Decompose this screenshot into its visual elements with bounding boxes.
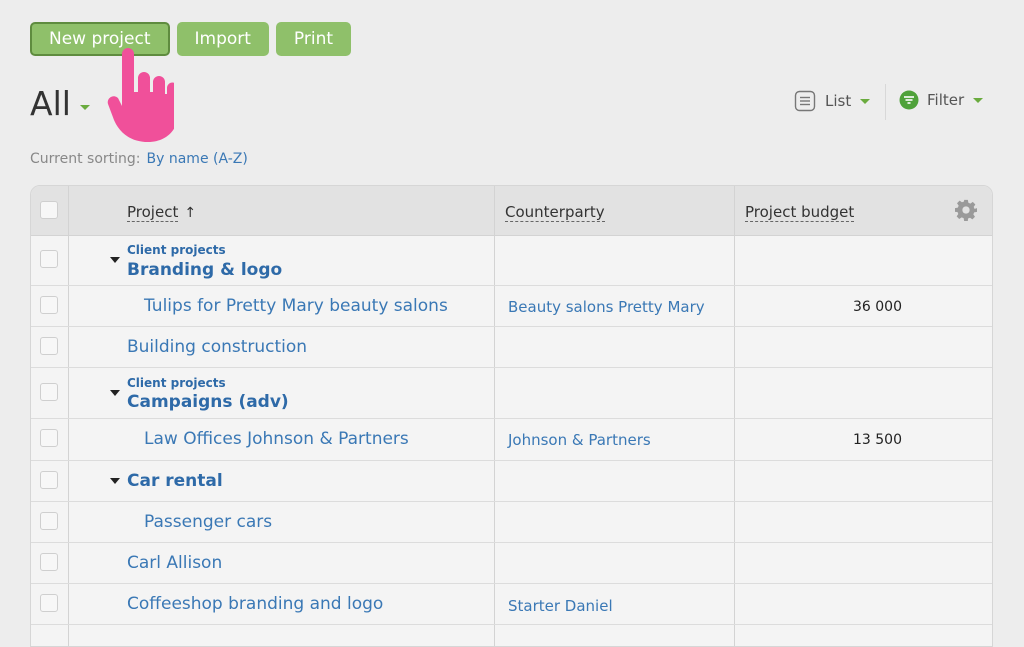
- current-sorting: Current sorting: By name (A-Z): [30, 151, 248, 167]
- project-link[interactable]: Law Offices Johnson & Partners: [144, 429, 409, 449]
- caret-down-icon[interactable]: [110, 257, 120, 263]
- row-divider: [31, 624, 992, 625]
- group-name[interactable]: Car rental: [127, 471, 223, 491]
- row-checkbox[interactable]: [40, 594, 58, 612]
- chevron-down-icon: [79, 105, 90, 110]
- select-all-checkbox[interactable]: [40, 201, 58, 219]
- counterparty-link[interactable]: Starter Daniel: [508, 597, 613, 615]
- project-link[interactable]: Carl Allison: [127, 553, 222, 573]
- table-row[interactable]: Carl Allison: [31, 543, 992, 584]
- counterparty-link[interactable]: Johnson & Partners: [508, 431, 651, 449]
- row-checkbox[interactable]: [40, 337, 58, 355]
- view-mode-dropdown[interactable]: List: [794, 90, 871, 112]
- row-checkbox[interactable]: [40, 296, 58, 314]
- gear-icon[interactable]: [955, 199, 977, 221]
- caret-down-icon[interactable]: [110, 478, 120, 484]
- row-checkbox[interactable]: [40, 553, 58, 571]
- caret-down-icon[interactable]: [110, 390, 120, 396]
- table-row[interactable]: Car rental: [31, 461, 992, 502]
- project-link[interactable]: Coffeeshop branding and logo: [127, 594, 383, 614]
- row-checkbox[interactable]: [40, 383, 58, 401]
- row-checkbox[interactable]: [40, 250, 58, 268]
- project-link[interactable]: Passenger cars: [144, 512, 272, 532]
- hand-pointer-icon: [107, 48, 174, 142]
- budget-value: 36 000: [853, 299, 902, 315]
- table-row[interactable]: Coffeeshop branding and logo Starter Dan…: [31, 584, 992, 625]
- table-row[interactable]: Client projects Branding & logo: [31, 236, 992, 286]
- project-link[interactable]: Tulips for Pretty Mary beauty salons: [144, 296, 448, 316]
- table-header: Project ↑ Counterparty Project budget: [31, 186, 992, 236]
- column-header-project[interactable]: Project ↑: [127, 203, 197, 222]
- budget-value: 13 500: [853, 432, 902, 448]
- column-header-counterparty[interactable]: Counterparty: [505, 204, 605, 222]
- import-button[interactable]: Import: [176, 22, 269, 56]
- projects-table: Project ↑ Counterparty Project budget Cli…: [30, 185, 993, 647]
- list-icon: [794, 90, 816, 112]
- filter-icon: [899, 90, 919, 110]
- page-title-text: All: [30, 84, 71, 123]
- table-row[interactable]: Client projects Campaigns (adv): [31, 368, 992, 418]
- sort-asc-icon: ↑: [184, 205, 197, 221]
- filter-dropdown[interactable]: Filter: [899, 90, 984, 110]
- table-row[interactable]: Building construction: [31, 327, 992, 368]
- table-row[interactable]: Tulips for Pretty Mary beauty salons Bea…: [31, 286, 992, 327]
- row-checkbox[interactable]: [40, 429, 58, 447]
- divider: [885, 84, 886, 120]
- row-checkbox[interactable]: [40, 512, 58, 530]
- toolbar: New project Import Print: [30, 22, 352, 56]
- print-button[interactable]: Print: [275, 22, 352, 56]
- chevron-down-icon: [973, 97, 984, 103]
- column-header-project-label: Project: [127, 203, 179, 222]
- chevron-down-icon: [860, 98, 871, 104]
- row-checkbox[interactable]: [40, 471, 58, 489]
- page-title[interactable]: All: [30, 84, 90, 123]
- sorting-value-link[interactable]: By name (A-Z): [147, 151, 248, 167]
- table-row[interactable]: Passenger cars: [31, 502, 992, 543]
- sorting-label: Current sorting:: [30, 151, 141, 167]
- filter-label: Filter: [927, 91, 965, 109]
- view-mode-label: List: [825, 92, 852, 110]
- group-name[interactable]: Branding & logo: [127, 260, 282, 280]
- group-label: Client projects: [127, 243, 226, 257]
- project-link[interactable]: Building construction: [127, 337, 307, 357]
- counterparty-link[interactable]: Beauty salons Pretty Mary: [508, 298, 705, 316]
- group-name[interactable]: Campaigns (adv): [127, 392, 289, 412]
- column-header-budget[interactable]: Project budget: [745, 204, 855, 222]
- table-row[interactable]: Law Offices Johnson & Partners Johnson &…: [31, 419, 992, 460]
- group-label: Client projects: [127, 376, 226, 390]
